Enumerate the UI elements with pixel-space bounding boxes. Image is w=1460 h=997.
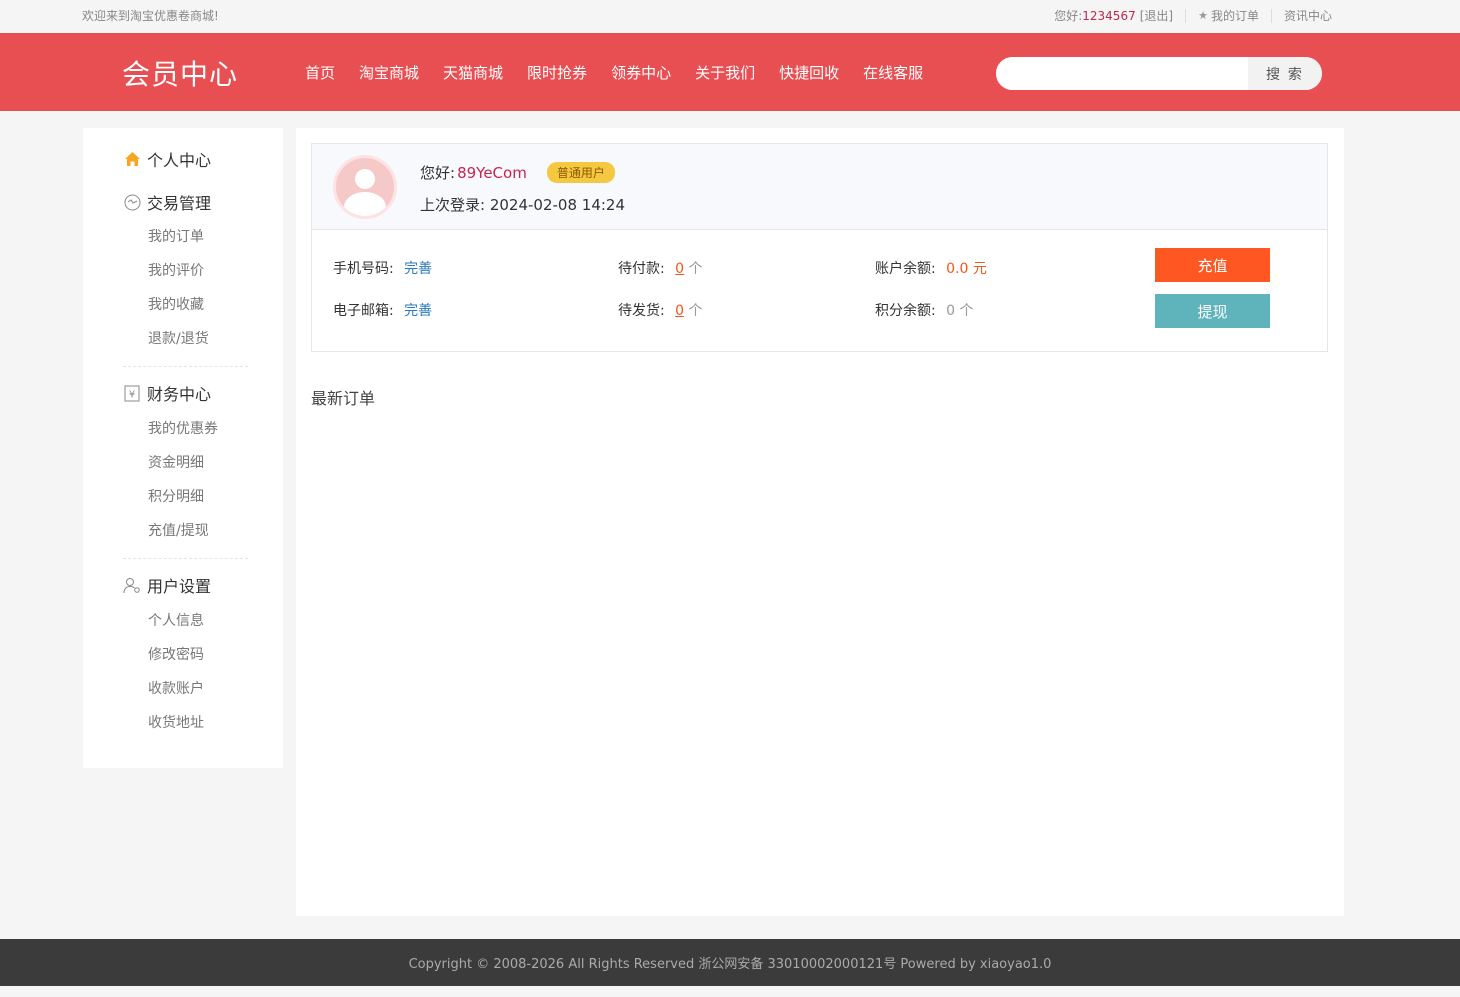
hello-prefix: 您好: (1054, 9, 1083, 23)
sidebar-title-finance: ¥ 财务中心 (123, 381, 283, 405)
points-field: 积分余额: 0 个 (875, 300, 974, 320)
sidebar-item-points-details[interactable]: 积分明细 (123, 480, 283, 514)
sidebar-item-my-reviews[interactable]: 我的评价 (123, 254, 283, 288)
greeting: 您好: 89YeCom 普通用户 (420, 162, 615, 183)
pending-shipment-field: 待发货: 0 个 (618, 300, 703, 320)
last-login-time: 2024-02-08 14:24 (489, 196, 626, 214)
balance-label: 账户余额: (875, 261, 936, 277)
phone-field: 手机号码: 完善 (333, 258, 432, 278)
phone-label: 手机号码: (333, 261, 394, 277)
phone-complete-link[interactable]: 完善 (404, 261, 432, 277)
nav-recycle[interactable]: 快捷回收 (779, 62, 839, 83)
my-orders-link[interactable]: 我的订单 (1211, 7, 1259, 24)
welcome-text: 欢迎来到淘宝优惠卷商城! (82, 9, 219, 23)
balance-value: 0.0 元 (946, 261, 987, 277)
profile-card: 您好: 89YeCom 普通用户 上次登录: 2024-02-08 14:24 … (311, 143, 1328, 352)
pending-payment-unit: 个 (688, 261, 703, 277)
sidebar-item-profile-info[interactable]: 个人信息 (123, 604, 283, 638)
logo[interactable]: 会员中心 (122, 53, 238, 93)
nav-support[interactable]: 在线客服 (863, 62, 923, 83)
exchange-icon (123, 193, 141, 211)
sidebar-title-finance-label: 财务中心 (147, 385, 212, 404)
home-icon (123, 150, 141, 168)
avatar-head-shape (355, 169, 375, 189)
sidebar: 个人中心 交易管理 我的订单 我的评价 我的收藏 退款/退货 ¥ 财务中心 我的… (83, 128, 283, 768)
recharge-button[interactable]: 充值 (1155, 248, 1270, 282)
sidebar-title-trade-label: 交易管理 (147, 194, 212, 213)
sidebar-item-recharge-withdraw[interactable]: 充值/提现 (123, 514, 283, 548)
top-bar-right: 您好: 1234567 [退出] ★ 我的订单 资讯中心 (1054, 7, 1332, 24)
sidebar-user-settings-items: 个人信息 修改密码 收款账户 收货地址 (123, 597, 283, 740)
search-input[interactable] (996, 57, 1248, 90)
nickname: 89YeCom (457, 163, 527, 182)
nav-coupon-center[interactable]: 领券中心 (611, 62, 671, 83)
star-icon: ★ (1198, 9, 1208, 22)
sidebar-personal-center[interactable]: 个人中心 (123, 147, 283, 171)
header: 会员中心 首页 淘宝商城 天猫商城 限时抢券 领券中心 关于我们 快捷回收 在线… (0, 33, 1460, 111)
sidebar-trade-items: 我的订单 我的评价 我的收藏 退款/退货 (123, 214, 283, 356)
pending-payment-count[interactable]: 0 (675, 261, 684, 277)
search-button[interactable]: 搜 索 (1248, 57, 1322, 90)
sidebar-item-my-orders[interactable]: 我的订单 (123, 220, 283, 254)
footer-copyright: Copyright © 2008-2026 All Rights Reserve… (408, 957, 1052, 972)
sidebar-title-user-settings-label: 用户设置 (147, 577, 212, 596)
sidebar-item-change-password[interactable]: 修改密码 (123, 638, 283, 672)
nav-about[interactable]: 关于我们 (695, 62, 755, 83)
hello-label: 您好: (420, 164, 456, 182)
nav-flash-coupons[interactable]: 限时抢券 (527, 62, 587, 83)
pending-shipment-count[interactable]: 0 (675, 303, 684, 319)
avatar[interactable] (333, 155, 397, 219)
pending-payment-label: 待付款: (618, 261, 665, 277)
user-level-badge: 普通用户 (546, 162, 615, 183)
sidebar-title-user-settings: 用户设置 (123, 573, 283, 597)
divider (1185, 8, 1187, 23)
finance-icon: ¥ (123, 384, 141, 402)
nav-tmall[interactable]: 天猫商城 (443, 62, 503, 83)
sidebar-group-user-settings: 用户设置 个人信息 修改密码 收款账户 收货地址 (83, 559, 283, 740)
sidebar-finance-items: 我的优惠券 资金明细 积分明细 充值/提现 (123, 405, 283, 548)
sidebar-group-personal: 个人中心 (83, 128, 283, 171)
pending-shipment-unit: 个 (688, 303, 703, 319)
main-nav: 首页 淘宝商城 天猫商城 限时抢券 领券中心 关于我们 快捷回收 在线客服 (305, 62, 947, 83)
sidebar-personal-center-label: 个人中心 (147, 151, 212, 170)
top-bar: 欢迎来到淘宝优惠卷商城! 您好: 1234567 [退出] ★ 我的订单 资讯中… (0, 0, 1460, 33)
username-link[interactable]: 1234567 (1082, 9, 1135, 23)
pending-shipment-label: 待发货: (618, 303, 665, 319)
search-box: 搜 索 (996, 57, 1322, 90)
nav-taobao[interactable]: 淘宝商城 (359, 62, 419, 83)
last-login-label: 上次登录: (420, 196, 486, 214)
points-label: 积分余额: (875, 303, 936, 319)
nav-home[interactable]: 首页 (305, 62, 335, 83)
email-label: 电子邮箱: (333, 303, 394, 319)
latest-orders-title: 最新订单 (311, 389, 376, 408)
main-content: 您好: 89YeCom 普通用户 上次登录: 2024-02-08 14:24 … (296, 128, 1344, 916)
sidebar-group-trade: 交易管理 我的订单 我的评价 我的收藏 退款/退货 (83, 171, 283, 367)
logout-link[interactable]: [退出] (1140, 7, 1173, 24)
profile-header: 您好: 89YeCom 普通用户 上次登录: 2024-02-08 14:24 (312, 144, 1327, 230)
footer: Copyright © 2008-2026 All Rights Reserve… (0, 939, 1460, 986)
last-login: 上次登录: 2024-02-08 14:24 (420, 194, 625, 215)
sidebar-item-fund-details[interactable]: 资金明细 (123, 446, 283, 480)
svg-text:¥: ¥ (129, 389, 135, 400)
pending-payment-field: 待付款: 0 个 (618, 258, 703, 278)
divider (1270, 8, 1272, 23)
points-value: 0 个 (946, 303, 974, 319)
sidebar-item-shipping-address[interactable]: 收货地址 (123, 706, 283, 740)
sidebar-group-finance: ¥ 财务中心 我的优惠券 资金明细 积分明细 充值/提现 (83, 367, 283, 559)
news-center-link[interactable]: 资讯中心 (1284, 7, 1332, 24)
avatar-body-shape (344, 192, 386, 216)
email-complete-link[interactable]: 完善 (404, 303, 432, 319)
email-field: 电子邮箱: 完善 (333, 300, 432, 320)
balance-field: 账户余额: 0.0 元 (875, 258, 987, 278)
user-settings-icon (123, 576, 141, 594)
sidebar-title-trade: 交易管理 (123, 190, 283, 214)
sidebar-item-payout-account[interactable]: 收款账户 (123, 672, 283, 706)
sidebar-item-my-favorites[interactable]: 我的收藏 (123, 288, 283, 322)
withdraw-button[interactable]: 提现 (1155, 294, 1270, 328)
sidebar-item-my-coupons[interactable]: 我的优惠券 (123, 412, 283, 446)
profile-stats: 手机号码: 完善 电子邮箱: 完善 待付款: 0 个 待发货: 0 个 账户余额… (312, 230, 1327, 352)
sidebar-item-refunds[interactable]: 退款/退货 (123, 322, 283, 356)
